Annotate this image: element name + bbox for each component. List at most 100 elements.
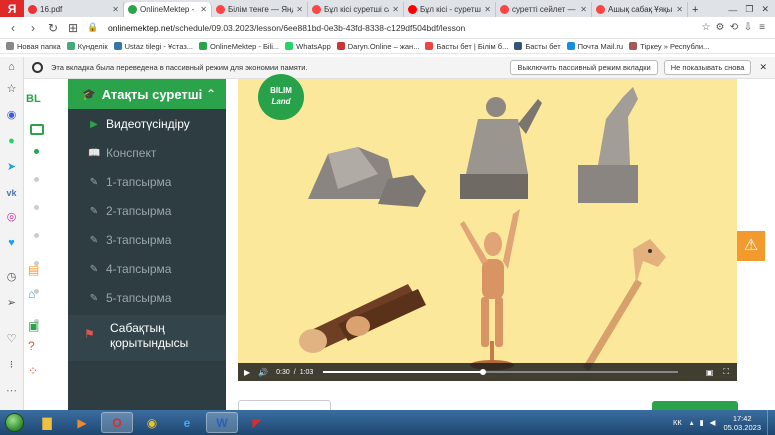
bookmark-item[interactable]: Тіркеу » Республи... bbox=[629, 42, 709, 51]
opera-icon[interactable]: O bbox=[101, 412, 133, 433]
clock[interactable]: 17:42 05.03.2023 bbox=[723, 414, 761, 432]
lesson-summary-item[interactable]: ⚑ Сабақтың қорытындысы bbox=[68, 315, 226, 361]
browser-tab[interactable]: Бұл кісі - суретш... ✕ bbox=[404, 2, 496, 17]
yandex-icon[interactable]: Я bbox=[0, 0, 24, 17]
downloads-icon[interactable]: ⇩ bbox=[741, 22, 755, 33]
translate-icon[interactable]: ⟲ bbox=[727, 22, 741, 33]
video-player[interactable] bbox=[238, 79, 737, 381]
chrome-icon[interactable]: ◉ bbox=[136, 412, 168, 433]
tab-favicon-icon bbox=[596, 5, 605, 14]
browser-tab[interactable]: Бұл кісі суретші са...✕ bbox=[308, 2, 404, 17]
browser-tab[interactable]: суретті сейлет — Я...✕ bbox=[496, 2, 592, 17]
ie-icon[interactable]: e bbox=[171, 412, 203, 433]
bookmark-item[interactable]: Ustaz tilegi - Ұстаз... bbox=[113, 42, 193, 51]
bookmark-favicon-icon bbox=[6, 42, 14, 50]
tab-close-icon[interactable]: ✕ bbox=[484, 5, 491, 14]
lesson-title-header[interactable]: 🎓 Атақты суретші ⌃ bbox=[68, 79, 226, 109]
bookmark-icon[interactable]: ☆ bbox=[699, 22, 713, 33]
volume-icon[interactable]: 🔊 bbox=[258, 368, 268, 377]
heart-icon[interactable]: ♡ bbox=[5, 333, 18, 346]
browser-tab[interactable]: OnlineMektep - Біліm✕ bbox=[124, 2, 212, 17]
bookmark-item[interactable]: WhatsApp bbox=[285, 42, 331, 51]
new-tab-button[interactable]: + bbox=[688, 2, 702, 17]
show-desktop-button[interactable] bbox=[767, 410, 775, 435]
menu-icon[interactable]: ≡ bbox=[755, 22, 769, 33]
volume-tray-icon[interactable]: ◀ bbox=[710, 418, 716, 427]
pip-icon[interactable]: ▣ bbox=[706, 368, 714, 377]
apps-icon[interactable]: ⁝ bbox=[5, 359, 18, 372]
disable-passive-mode-button[interactable]: Выключить пассивный режим вкладки bbox=[510, 60, 658, 75]
help-icon[interactable]: ? bbox=[28, 339, 35, 353]
minimize-icon[interactable]: — bbox=[728, 5, 737, 15]
progress-track[interactable] bbox=[323, 369, 679, 375]
instagram-icon[interactable]: ◎ bbox=[5, 211, 18, 224]
menu-item-label: 2-тапсырма bbox=[106, 204, 172, 218]
tab-close-icon[interactable]: ✕ bbox=[112, 5, 119, 14]
messenger-icon[interactable]: ◉ bbox=[5, 109, 18, 122]
step-dot bbox=[34, 205, 39, 210]
monitor-icon[interactable] bbox=[30, 124, 44, 135]
tab-close-icon[interactable]: ✕ bbox=[392, 5, 399, 14]
tray-arrow-icon[interactable]: ▴ bbox=[690, 418, 694, 427]
reload-icon[interactable]: ↻ bbox=[46, 21, 60, 35]
fullscreen-icon[interactable]: ⛶ bbox=[723, 367, 729, 377]
chart-icon[interactable]: ▤ bbox=[28, 263, 39, 277]
telegram-icon[interactable]: ➤ bbox=[5, 161, 18, 174]
close-infobar-icon[interactable]: ✕ bbox=[759, 62, 767, 73]
menu-item[interactable]: ✎ 2-тапсырма bbox=[88, 204, 172, 218]
word-icon[interactable]: W bbox=[206, 412, 238, 433]
bookmark-item[interactable]: OnlineMektep - Біli... bbox=[199, 42, 279, 51]
whatsapp-icon[interactable]: ● bbox=[5, 135, 18, 148]
network-icon[interactable]: ▮ bbox=[700, 418, 704, 427]
play-icon[interactable]: ▶ bbox=[244, 368, 250, 377]
tab-close-icon[interactable]: ✕ bbox=[580, 5, 587, 14]
url-field[interactable]: onlinemektep.net/schedule/09.03.2023/les… bbox=[108, 23, 699, 33]
progress-handle[interactable] bbox=[480, 369, 487, 375]
browser-tab[interactable]: Ашық сабақ Ұяқы... ✕ bbox=[592, 2, 688, 17]
bookmark-item[interactable]: Почта Mail.ru bbox=[566, 42, 623, 51]
extension-icon[interactable]: ⚙ bbox=[713, 22, 727, 33]
edit-icon: ✎ bbox=[89, 176, 99, 188]
menu-item[interactable]: ✎ 5-тапсырма bbox=[88, 291, 172, 305]
menu-item[interactable]: 📖 Конспект bbox=[88, 146, 156, 160]
start-button[interactable] bbox=[0, 411, 28, 434]
send-icon[interactable]: ➢ bbox=[5, 297, 18, 310]
explorer-icon[interactable]: ▇ bbox=[31, 412, 63, 433]
menu-item[interactable]: ✎ 3-тапсырма bbox=[88, 233, 172, 247]
apps-dots-icon[interactable]: ⁘ bbox=[28, 364, 38, 378]
board-icon[interactable]: ▣ bbox=[28, 319, 39, 333]
twitter-icon[interactable]: ♥ bbox=[5, 237, 18, 250]
more-icon[interactable]: ⋯ bbox=[5, 385, 18, 398]
media-player-icon[interactable]: ▶ bbox=[66, 412, 98, 433]
bookmark-item[interactable]: Басты бет | Білім б... bbox=[425, 42, 508, 51]
browser-tab[interactable]: 16.pdf ✕ bbox=[24, 2, 124, 17]
pdf-icon[interactable]: ◤ bbox=[241, 412, 273, 433]
close-window-icon[interactable]: ✕ bbox=[761, 4, 769, 15]
tab-favicon-icon bbox=[28, 5, 37, 14]
menu-item[interactable]: ✎ 4-тапсырма bbox=[88, 262, 172, 276]
back-icon[interactable]: ‹ bbox=[6, 21, 20, 35]
menu-item[interactable]: ▶ Видеотүсіндіру bbox=[88, 117, 190, 131]
bookmark-item[interactable]: Новая папка bbox=[6, 42, 61, 51]
dont-show-again-button[interactable]: Не показывать снова bbox=[663, 60, 752, 75]
language-indicator[interactable]: КК bbox=[673, 418, 682, 427]
tab-close-icon[interactable]: ✕ bbox=[200, 5, 207, 14]
report-warning-icon[interactable]: ⚠ bbox=[737, 231, 765, 261]
bilimland-logo: BILIM Land bbox=[258, 74, 304, 120]
tabs-grid-icon[interactable]: ⊞ bbox=[66, 21, 80, 35]
bookmark-item[interactable]: Daryn.Online – жан... bbox=[336, 42, 419, 51]
menu-item-label: Конспект bbox=[106, 146, 157, 160]
home-icon[interactable]: ⌂ bbox=[5, 61, 18, 74]
bookmark-item[interactable]: Күнделік bbox=[66, 42, 108, 51]
maximize-icon[interactable]: ❐ bbox=[745, 4, 753, 15]
star-icon[interactable]: ☆ bbox=[5, 83, 18, 96]
school-icon[interactable]: ⌂ bbox=[28, 287, 35, 301]
history-icon[interactable]: ◷ bbox=[5, 271, 18, 284]
bookmark-item[interactable]: Басты бет bbox=[514, 42, 561, 51]
vk-icon[interactable]: vk bbox=[5, 187, 18, 200]
forward-icon[interactable]: › bbox=[26, 21, 40, 35]
browser-tab[interactable]: Білім тенге — Яндекс✕ bbox=[212, 2, 308, 17]
menu-item[interactable]: ✎ 1-тапсырма bbox=[88, 175, 172, 189]
tab-close-icon[interactable]: ✕ bbox=[296, 5, 303, 14]
tab-close-icon[interactable]: ✕ bbox=[676, 5, 683, 14]
